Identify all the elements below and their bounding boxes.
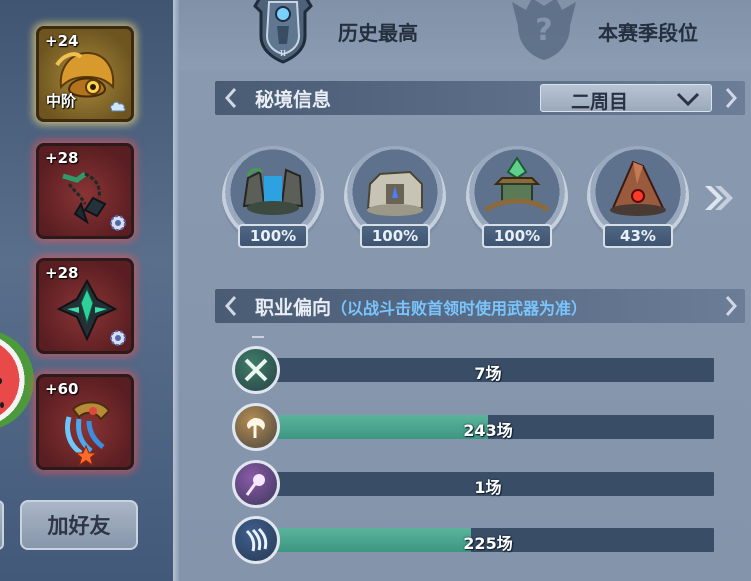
gear-badge-icon	[110, 330, 126, 346]
magic-staff-icon	[232, 460, 280, 508]
class-match-count: 1场	[474, 478, 502, 497]
equipment-slot-1[interactable]: +24 中阶	[36, 26, 134, 122]
equipment-slot-4[interactable]: +60	[36, 374, 134, 470]
season-rank-label: 本赛季段位	[598, 21, 698, 45]
stone-shrine-icon	[366, 170, 423, 216]
equipment-level: +24	[45, 32, 79, 50]
divider-mark	[252, 336, 264, 338]
axe-icon	[232, 403, 280, 451]
chevron-down-icon	[676, 92, 700, 107]
gear-badge-icon	[110, 215, 126, 231]
side-button[interactable]	[0, 500, 4, 550]
crossed-swords-icon	[232, 346, 280, 394]
class-row: 225场	[232, 516, 714, 564]
class-preference-title-text: 职业偏向	[255, 297, 332, 319]
cloud-badge-icon	[110, 101, 126, 112]
dungeon-progress: 100%	[238, 224, 308, 248]
dungeon-progress: 100%	[360, 224, 430, 248]
next-page-arrow-icon[interactable]	[697, 176, 737, 220]
jade-pagoda-icon	[484, 156, 550, 213]
class-row: 1场	[232, 460, 714, 508]
svg-text:II: II	[280, 49, 286, 58]
unknown-rank-icon: ?	[512, 0, 576, 60]
dungeon-item[interactable]: 100%	[466, 146, 568, 254]
class-match-count: 7场	[474, 364, 502, 383]
week-dropdown[interactable]: 二周目	[540, 84, 712, 113]
equipment-level: +28	[45, 264, 79, 282]
equipment-slot-2[interactable]: +28	[36, 143, 134, 239]
dungeon-progress: 43%	[603, 224, 673, 248]
equipment-slot-3[interactable]: +28	[36, 258, 134, 354]
class-preference-title: 职业偏向（以战斗击败首领时使用武器为准）	[255, 293, 587, 320]
dungeon-item[interactable]: 100%	[222, 146, 324, 254]
chevron-left-icon	[224, 296, 237, 316]
rank-shield-icon: II	[253, 0, 313, 64]
class-progress-track: 1场	[262, 472, 714, 497]
dungeon-progress: 100%	[482, 224, 552, 248]
history-best-label: 历史最高	[338, 21, 418, 45]
chevron-left-icon	[224, 88, 237, 108]
class-preference-header: 职业偏向（以战斗击败首领时使用武器为准）	[215, 289, 745, 323]
star-badge-icon	[75, 445, 97, 467]
class-progress-track: 225场	[262, 528, 714, 553]
svg-text:?: ?	[535, 13, 552, 48]
class-progress-track: 7场	[262, 358, 714, 383]
dungeon-item[interactable]: 100%	[344, 146, 446, 254]
chevron-right-icon	[725, 296, 738, 316]
chevron-right-icon	[725, 88, 738, 108]
equipment-level: +60	[45, 380, 79, 398]
week-dropdown-value: 二周目	[571, 91, 629, 113]
volcano-rock-icon	[610, 160, 666, 216]
equipment-level: +28	[45, 149, 79, 167]
waterfall-ruins-icon	[242, 167, 304, 215]
claw-icon	[232, 516, 280, 564]
class-match-count: 225场	[463, 534, 513, 553]
class-preference-subtitle: （以战斗击败首领时使用武器为准）	[331, 299, 588, 318]
equipment-grade-tag: 中阶	[46, 92, 77, 110]
secret-realm-header: 秘境信息 二周目	[215, 81, 745, 115]
dungeon-item[interactable]: 43%	[587, 146, 689, 254]
secret-realm-title: 秘境信息	[255, 89, 332, 111]
class-row: 7场	[232, 346, 714, 394]
add-friend-button[interactable]: 加好友	[20, 500, 138, 550]
class-progress-track: 243场	[262, 415, 714, 440]
class-row: 243场	[232, 403, 714, 451]
class-match-count: 243场	[463, 421, 513, 440]
